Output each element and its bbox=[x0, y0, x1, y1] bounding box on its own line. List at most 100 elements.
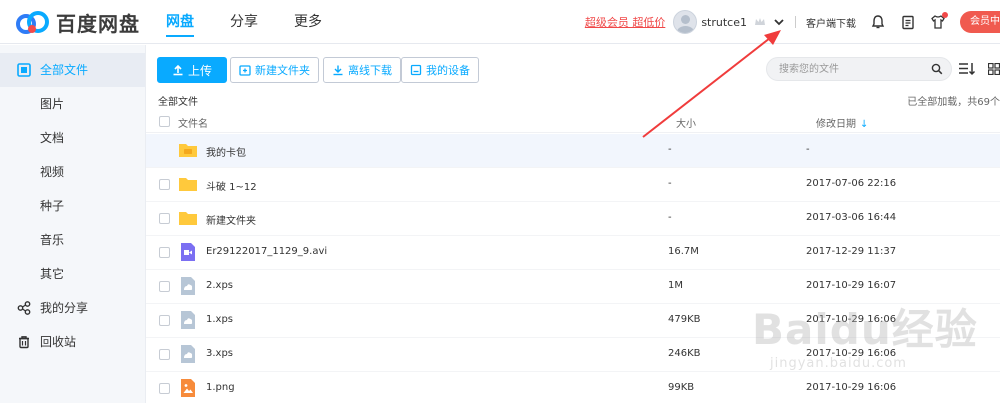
image-file-icon bbox=[181, 379, 195, 397]
avatar[interactable] bbox=[673, 10, 698, 34]
sidebar-item-label: 图片 bbox=[40, 97, 65, 111]
select-all-checkbox[interactable] bbox=[159, 116, 170, 127]
file-date: 2017-10-29 16:06 bbox=[806, 382, 897, 393]
column-header-size[interactable]: 大小 bbox=[676, 115, 696, 130]
sidebar-item-torrents[interactable]: 种子 bbox=[0, 189, 145, 223]
upload-label: 上传 bbox=[188, 63, 213, 78]
loaded-status: 已全部加载，共69个 bbox=[907, 97, 1000, 108]
table-row[interactable]: 1.png 99KB 2017-10-29 16:06 bbox=[146, 372, 1000, 403]
bell-icon[interactable] bbox=[870, 14, 886, 30]
notification-dot bbox=[942, 12, 948, 18]
nav-tab-more[interactable]: 更多 bbox=[294, 0, 322, 44]
file-size: 1M bbox=[668, 280, 683, 291]
sidebar-item-music[interactable]: 音乐 bbox=[0, 223, 145, 257]
table-row[interactable]: 新建文件夹 - 2017-03-06 16:44 bbox=[146, 202, 1000, 236]
vip-badge-icon[interactable] bbox=[753, 15, 767, 29]
files-icon bbox=[17, 63, 31, 77]
top-header: 百度网盘 网盘 分享 更多 超级会员 超低价 strutce1 客户端下载 会员… bbox=[0, 0, 1000, 44]
file-name[interactable]: Er29122017_1129_9.avi bbox=[206, 246, 327, 257]
brand-logo[interactable]: 百度网盘 bbox=[14, 8, 140, 37]
column-header-date[interactable]: 修改日期 ↓ bbox=[816, 115, 868, 130]
sidebar-item-label: 其它 bbox=[40, 267, 65, 281]
nav-tab-netdisk[interactable]: 网盘 bbox=[166, 0, 194, 44]
row-checkbox[interactable] bbox=[159, 247, 170, 258]
file-name[interactable]: 我的卡包 bbox=[206, 144, 246, 159]
offline-download-label: 离线下载 bbox=[348, 64, 392, 77]
file-size: 246KB bbox=[668, 348, 701, 359]
folder-icon bbox=[179, 212, 197, 225]
table-row[interactable]: 2.xps 1M 2017-10-29 16:07 bbox=[146, 270, 1000, 304]
sidebar-item-label: 种子 bbox=[40, 199, 65, 213]
brand-name: 百度网盘 bbox=[56, 12, 140, 36]
column-header-date-label: 修改日期 bbox=[816, 119, 856, 130]
column-header-name[interactable]: 文件名 bbox=[178, 115, 208, 130]
file-date: 2017-10-29 16:06 bbox=[806, 314, 897, 325]
file-name[interactable]: 斗破 1~12 bbox=[206, 178, 257, 193]
cloud-logo-icon bbox=[16, 10, 49, 34]
sidebar-item-videos[interactable]: 视频 bbox=[0, 155, 145, 189]
sort-list-icon[interactable] bbox=[958, 62, 976, 76]
file-date: 2017-10-29 16:06 bbox=[806, 348, 897, 359]
chevron-down-icon[interactable] bbox=[773, 16, 785, 28]
row-checkbox[interactable] bbox=[159, 349, 170, 360]
file-name[interactable]: 1.xps bbox=[206, 314, 233, 325]
new-folder-button[interactable]: 新建文件夹 bbox=[230, 57, 319, 83]
sidebar-item-label: 我的分享 bbox=[40, 301, 89, 315]
table-row[interactable]: 斗破 1~12 - 2017-07-06 22:16 bbox=[146, 168, 1000, 202]
table-row[interactable]: Er29122017_1129_9.avi 16.7M 2017-12-29 1… bbox=[146, 236, 1000, 270]
share-icon bbox=[17, 301, 31, 315]
row-checkbox[interactable] bbox=[159, 281, 170, 292]
file-name[interactable]: 3.xps bbox=[206, 348, 233, 359]
table-row[interactable]: 我的卡包 - - bbox=[146, 134, 1000, 168]
document-file-icon bbox=[181, 345, 195, 363]
sort-down-icon: ↓ bbox=[860, 119, 869, 130]
table-row[interactable]: 1.xps 479KB 2017-10-29 16:06 bbox=[146, 304, 1000, 338]
my-devices-button[interactable]: 我的设备 bbox=[401, 57, 479, 83]
header-divider bbox=[795, 16, 796, 28]
vip-center-button[interactable]: 会员中心 bbox=[960, 11, 1000, 33]
breadcrumb[interactable]: 全部文件 bbox=[158, 93, 198, 108]
sidebar-item-recycle-bin[interactable]: 回收站 bbox=[0, 325, 145, 359]
sidebar-item-my-shares[interactable]: 我的分享 bbox=[0, 291, 145, 325]
clipboard-icon[interactable] bbox=[900, 14, 916, 30]
client-download-link[interactable]: 客户端下载 bbox=[806, 15, 856, 30]
sidebar: 全部文件 图片 文档 视频 种子 音乐 其它 我的分享 回收站 bbox=[0, 45, 146, 403]
folder-icon bbox=[179, 178, 197, 191]
upload-icon bbox=[173, 64, 183, 76]
username[interactable]: strutce1 bbox=[701, 16, 747, 29]
file-table-header: 文件名 大小 修改日期 ↓ bbox=[146, 111, 1000, 133]
row-checkbox[interactable] bbox=[159, 179, 170, 190]
skin-button[interactable] bbox=[930, 12, 948, 30]
search-input[interactable] bbox=[767, 58, 917, 80]
offline-download-button[interactable]: 离线下载 bbox=[323, 57, 401, 83]
sidebar-item-all-files[interactable]: 全部文件 bbox=[0, 53, 145, 87]
file-name[interactable]: 2.xps bbox=[206, 280, 233, 291]
card-folder-icon bbox=[179, 144, 197, 157]
file-size: 99KB bbox=[668, 382, 695, 393]
trash-icon bbox=[19, 336, 29, 349]
row-checkbox[interactable] bbox=[159, 315, 170, 326]
table-row[interactable]: 3.xps 246KB 2017-10-29 16:06 bbox=[146, 338, 1000, 372]
row-checkbox[interactable] bbox=[159, 383, 170, 394]
download-icon bbox=[333, 65, 343, 76]
sidebar-item-label: 音乐 bbox=[40, 233, 65, 247]
sidebar-item-other[interactable]: 其它 bbox=[0, 257, 145, 291]
row-checkbox[interactable] bbox=[159, 213, 170, 224]
my-devices-label: 我的设备 bbox=[426, 64, 470, 77]
promo-link[interactable]: 超级会员 超低价 bbox=[585, 14, 666, 30]
sidebar-item-images[interactable]: 图片 bbox=[0, 87, 145, 121]
file-size: 479KB bbox=[668, 314, 701, 325]
nav-tab-share[interactable]: 分享 bbox=[230, 0, 258, 44]
file-date: - bbox=[806, 144, 810, 155]
file-name[interactable]: 新建文件夹 bbox=[206, 212, 256, 227]
document-file-icon bbox=[181, 311, 195, 329]
file-size: - bbox=[668, 144, 672, 155]
file-name[interactable]: 1.png bbox=[206, 382, 235, 393]
upload-button[interactable]: 上传 bbox=[157, 57, 228, 83]
sidebar-item-label: 视频 bbox=[40, 165, 65, 179]
sidebar-item-label: 回收站 bbox=[40, 335, 77, 349]
grid-view-icon[interactable] bbox=[988, 63, 1000, 75]
header-right: 超级会员 超低价 strutce1 客户端下载 会员中心 bbox=[585, 0, 1000, 44]
search-icon[interactable] bbox=[931, 63, 943, 75]
sidebar-item-documents[interactable]: 文档 bbox=[0, 121, 145, 155]
